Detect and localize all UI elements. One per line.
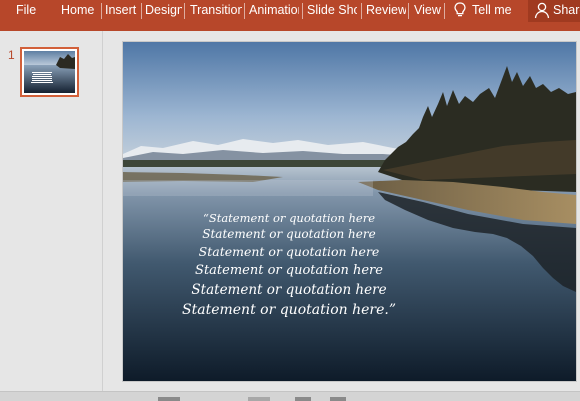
share-label: Share — [553, 3, 580, 17]
reading-view-icon[interactable] — [330, 397, 346, 401]
tab-slide-show[interactable]: Slide Show — [307, 0, 357, 20]
tab-separator — [101, 3, 102, 19]
quote-line-1: “Statement or quotation here — [202, 211, 376, 225]
tab-animations[interactable]: Animations — [249, 0, 299, 20]
quote-line-6: Statement or quotation here.” — [182, 302, 396, 318]
tab-separator — [361, 3, 362, 19]
tab-separator — [244, 3, 245, 19]
quote-line-5: Statement or quotation here — [191, 282, 387, 298]
slide-editing-area: “Statement or quotation here Statement o… — [103, 31, 580, 391]
tab-separator — [184, 3, 185, 19]
slide-number: 1 — [8, 48, 15, 62]
quote-line-3: Statement or quotation here — [198, 244, 380, 259]
lightbulb-icon[interactable] — [452, 1, 468, 19]
tab-design[interactable]: Design — [145, 0, 182, 20]
slide-sorter-icon[interactable] — [295, 397, 311, 401]
tab-separator — [302, 3, 303, 19]
tab-insert[interactable]: Insert — [105, 0, 140, 20]
quote-line-2: Statement or quotation here — [202, 227, 376, 241]
tab-transitions[interactable]: Transitions — [190, 0, 242, 20]
slide-thumbnail-image — [24, 51, 75, 93]
tab-home[interactable]: Home — [61, 0, 99, 20]
quotation-text-box[interactable]: “Statement or quotation here Statement o… — [123, 210, 455, 320]
tab-view[interactable]: View — [414, 0, 442, 20]
tab-file[interactable]: File — [16, 0, 42, 20]
tell-me-search[interactable]: Tell me — [472, 0, 516, 20]
share-button[interactable]: Share — [528, 0, 580, 22]
person-icon — [534, 2, 550, 19]
normal-view-icon[interactable] — [248, 397, 270, 401]
tab-review[interactable]: Review — [366, 0, 406, 20]
quote-line-4: Statement or quotation here — [195, 263, 383, 278]
slide-canvas[interactable]: “Statement or quotation here Statement o… — [122, 41, 577, 382]
tab-separator — [408, 3, 409, 19]
tab-separator — [444, 3, 445, 19]
slide-thumbnail-pane: 1 — [0, 31, 103, 391]
slide-thumbnail[interactable] — [20, 47, 79, 97]
ribbon-tab-bar: File Home Insert Design Transitions Anim… — [0, 0, 580, 31]
notes-icon[interactable] — [158, 397, 180, 401]
tab-separator — [141, 3, 142, 19]
